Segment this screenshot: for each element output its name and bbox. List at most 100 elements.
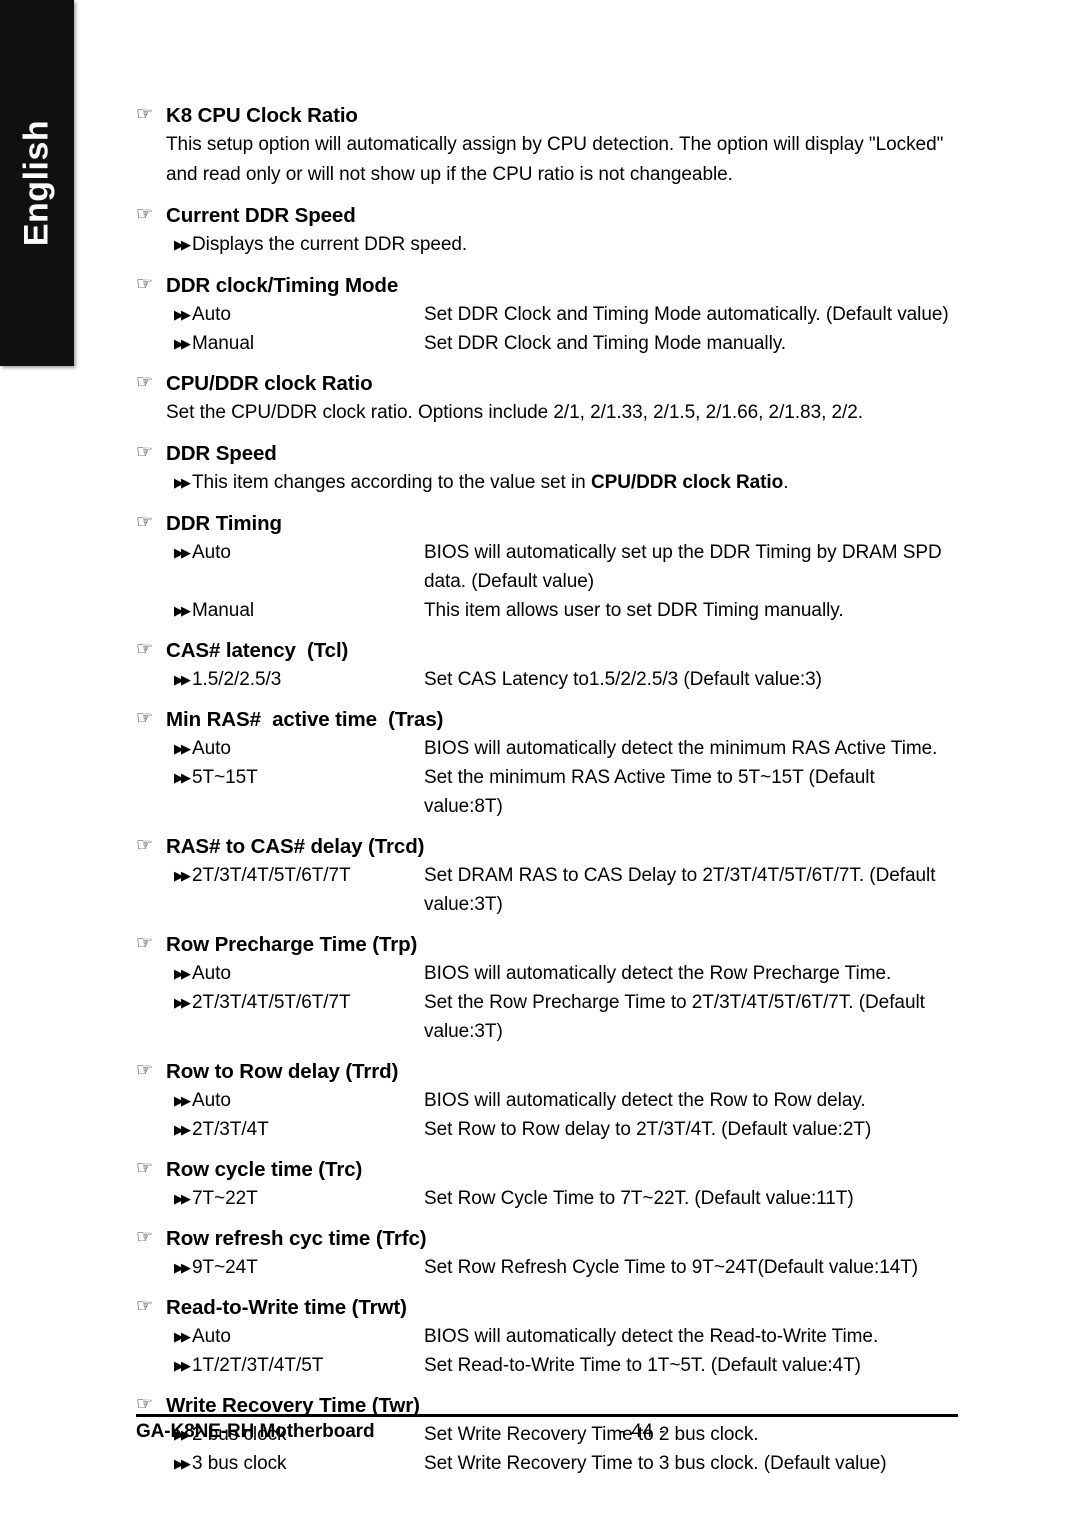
section-heading: ☞ Row Precharge Time (Trp) xyxy=(136,933,956,957)
option-row: ▶▶ 1T/2T/3T/4T/5T Set Read-to-Write Time t… xyxy=(174,1351,956,1380)
note-text-emphasis: CPU/DDR clock Ratio xyxy=(590,472,784,493)
option-description-line: Set Write Recovery Time to 3 bus clock. … xyxy=(424,1453,887,1474)
double-arrow-icon: ▶▶ xyxy=(174,603,191,618)
option-row: ▶▶ Auto BIOS will automatically detect the… xyxy=(174,734,956,763)
option-description: Set CAS Latency to1.5/2/2.5/3 (Default v… xyxy=(424,665,956,694)
pointing-hand-icon: ☞ xyxy=(136,639,154,660)
pointing-hand-icon: ☞ xyxy=(136,1227,154,1248)
page-content: ☞ K8 CPU Clock Ratio This setup option wil… xyxy=(136,104,956,1479)
option-description-line: BIOS will automatically detect the minim… xyxy=(424,738,938,759)
double-arrow-icon: ▶▶ xyxy=(174,336,191,351)
footer-page-number: - 44 - xyxy=(618,1421,666,1442)
option-row: ▶▶ Auto BIOS will automatically detect the… xyxy=(174,959,956,988)
section-heading: ☞ DDR Speed xyxy=(136,442,956,466)
section-title: Min RAS# active time (Tras) xyxy=(166,708,444,731)
option-description-continuation: data. (Default value) xyxy=(424,571,595,592)
double-arrow-icon: ▶▶ xyxy=(174,672,191,687)
option-name: Manual xyxy=(192,600,255,621)
option-description: This item allows user to set DDR Timing … xyxy=(424,596,956,625)
option-row: ▶▶ Auto BIOS will automatically detect the… xyxy=(174,1086,956,1115)
section-heading: ☞ RAS# to CAS# delay (Trcd) xyxy=(136,835,956,859)
section-heading: ☞ Min RAS# active time (Tras) xyxy=(136,708,956,732)
double-arrow-icon: ▶▶ xyxy=(174,475,191,490)
double-arrow-icon: ▶▶ xyxy=(174,1093,191,1108)
pointing-hand-icon: ☞ xyxy=(136,104,154,125)
manual-section: ☞ K8 CPU Clock Ratio This setup option wil… xyxy=(136,104,956,190)
option-description-line: Set the minimum RAS Active Time to 5T~15… xyxy=(424,767,875,817)
manual-section: ☞ RAS# to CAS# delay (Trcd) ▶▶ 2T/3T/4T/5T/… xyxy=(136,835,956,919)
option-description-line: Set DRAM RAS to CAS Delay to 2T/3T/4T/5T… xyxy=(424,865,936,886)
section-title: DDR Speed xyxy=(166,442,277,465)
option-description: BIOS will automatically set up the DDR T… xyxy=(424,538,956,596)
option-description-continuation: value:3T) xyxy=(424,894,503,915)
option-name: Manual xyxy=(192,333,255,354)
section-title: DDR Timing xyxy=(166,512,282,535)
double-arrow-icon: ▶▶ xyxy=(174,237,191,252)
option-name: 7T~22T xyxy=(192,1188,258,1209)
option-description-line: Set Row Cycle Time to 7T~22T. (Default v… xyxy=(424,1188,854,1209)
option-description: Set the minimum RAS Active Time to 5T~15… xyxy=(424,763,956,821)
section-note: ▶▶ Displays the current DDR speed. xyxy=(174,230,956,260)
section-title: Read-to-Write time (Trwt) xyxy=(166,1296,407,1319)
manual-section: ☞ DDR Speed ▶▶ This item changes according … xyxy=(136,442,956,498)
section-title: CPU/DDR clock Ratio xyxy=(166,372,373,395)
option-description-line: Set the Row Precharge Time to 2T/3T/4T/5… xyxy=(424,992,925,1013)
pointing-hand-icon: ☞ xyxy=(136,1158,154,1179)
option-description-line: Set Row Refresh Cycle Time to 9T~24T(Def… xyxy=(424,1257,919,1278)
pointing-hand-icon: ☞ xyxy=(136,442,154,463)
pointing-hand-icon: ☞ xyxy=(136,1296,154,1317)
manual-section: ☞ CAS# latency (Tcl) ▶▶ 1.5/2/2.5/3 Set CAS … xyxy=(136,639,956,694)
section-title: Row refresh cyc time (Trfc) xyxy=(166,1227,427,1250)
option-row: ▶▶ 2T/3T/4T/5T/6T/7T Set the Row Precharge… xyxy=(174,988,956,1046)
option-row: ▶▶ Auto BIOS will automatically set up the… xyxy=(174,538,956,596)
section-heading: ☞ Row to Row delay (Trrd) xyxy=(136,1060,956,1084)
section-title: CAS# latency (Tcl) xyxy=(166,639,349,662)
double-arrow-icon: ▶▶ xyxy=(174,770,191,785)
manual-section: ☞ DDR clock/Timing Mode ▶▶ Auto Set DDR Cloc… xyxy=(136,274,956,358)
option-description-line: BIOS will automatically set up the DDR T… xyxy=(424,542,942,563)
section-heading: ☞ DDR Timing xyxy=(136,512,956,536)
option-description: BIOS will automatically detect the Row t… xyxy=(424,1086,956,1115)
option-name: 9T~24T xyxy=(192,1257,258,1278)
section-heading: ☞ Row refresh cyc time (Trfc) xyxy=(136,1227,956,1251)
note-text-prefix: This item changes according to the value… xyxy=(192,472,591,493)
option-description-line: Set Read-to-Write Time to 1T~5T. (Defaul… xyxy=(424,1355,861,1376)
section-title: Current DDR Speed xyxy=(166,204,356,227)
pointing-hand-icon: ☞ xyxy=(136,708,154,729)
manual-page: English ☞ K8 CPU Clock Ratio This setup op… xyxy=(0,0,1080,1532)
pointing-hand-icon: ☞ xyxy=(136,372,154,393)
option-row: ▶▶ 7T~22T Set Row Cycle Time to 7T~22T. (D… xyxy=(174,1184,956,1213)
option-row: ▶▶ 9T~24T Set Row Refresh Cycle Time to 9T… xyxy=(174,1253,956,1282)
option-description-line: This item allows user to set DDR Timing … xyxy=(424,600,844,621)
note-text: This item changes according to the value… xyxy=(192,468,788,498)
option-description: Set Read-to-Write Time to 1T~5T. (Defaul… xyxy=(424,1351,956,1380)
pointing-hand-icon: ☞ xyxy=(136,204,154,225)
section-title: Row cycle time (Trc) xyxy=(166,1158,363,1181)
option-row: ▶▶ 2T/3T/4T Set Row to Row delay to 2T/3T/… xyxy=(174,1115,956,1144)
option-description-line: BIOS will automatically detect the Row P… xyxy=(424,963,892,984)
section-heading: ☞ Row cycle time (Trc) xyxy=(136,1158,956,1182)
section-heading: ☞ K8 CPU Clock Ratio xyxy=(136,104,956,128)
option-description: Set DDR Clock and Timing Mode automatica… xyxy=(424,300,956,329)
section-title: RAS# to CAS# delay (Trcd) xyxy=(166,835,425,858)
option-description-line: Set CAS Latency to1.5/2/2.5/3 (Default v… xyxy=(424,669,822,690)
section-note: ▶▶ This item changes according to the val… xyxy=(174,468,956,498)
language-tab-label: English xyxy=(17,119,56,247)
option-name: 5T~15T xyxy=(192,767,258,788)
section-title: K8 CPU Clock Ratio xyxy=(166,104,358,127)
pointing-hand-icon: ☞ xyxy=(136,933,154,954)
double-arrow-icon: ▶▶ xyxy=(174,995,191,1010)
option-row: ▶▶ Auto Set DDR Clock and Timing Mode auto… xyxy=(174,300,956,329)
option-description: Set Write Recovery Time to 3 bus clock. … xyxy=(424,1449,956,1478)
pointing-hand-icon: ☞ xyxy=(136,512,154,533)
option-row: ▶▶ 1.5/2/2.5/3 Set CAS Latency to1.5/2/2.5… xyxy=(174,665,956,694)
option-description-line: BIOS will automatically detect the Read-… xyxy=(424,1326,879,1347)
option-name: Auto xyxy=(192,542,231,563)
double-arrow-icon: ▶▶ xyxy=(174,966,191,981)
option-name: Auto xyxy=(192,738,231,759)
double-arrow-icon: ▶▶ xyxy=(174,307,191,322)
option-description: BIOS will automatically detect the Row P… xyxy=(424,959,956,988)
manual-section: ☞ Row cycle time (Trc) ▶▶ 7T~22T Set Row Cyc… xyxy=(136,1158,956,1213)
manual-section: ☞ DDR Timing ▶▶ Auto BIOS will automatically… xyxy=(136,512,956,625)
section-title: DDR clock/Timing Mode xyxy=(166,274,399,297)
